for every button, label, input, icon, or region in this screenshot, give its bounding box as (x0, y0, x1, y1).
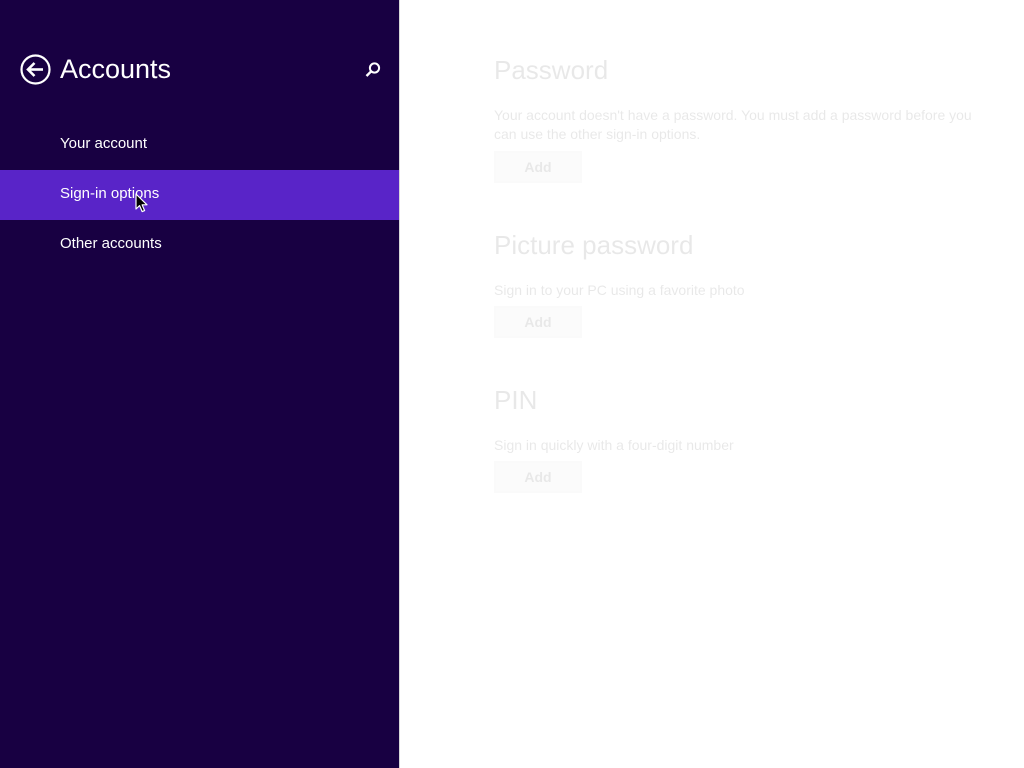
nav-item-other-accounts[interactable]: Other accounts (0, 220, 399, 270)
picture-password-section: Picture password Sign in to your PC usin… (494, 229, 994, 338)
navigation-pane: Accounts Your account Sign-in options Ot… (0, 0, 400, 768)
picture-password-description: Sign in to your PC using a favorite phot… (494, 282, 745, 298)
password-description: Your account doesn't have a password. Yo… (494, 107, 972, 142)
page-title: Accounts (60, 54, 172, 84)
nav-item-label: Sign-in options (60, 185, 160, 202)
nav-item-your-account[interactable]: Your account (0, 120, 399, 170)
add-pin-button[interactable]: Add (494, 461, 582, 493)
password-title: Password (494, 55, 609, 85)
search-icon (365, 62, 381, 77)
pin-description: Sign in quickly with a four-digit number (494, 437, 734, 453)
pin-title: PIN (494, 385, 538, 415)
search-button[interactable] (364, 61, 382, 79)
content-pane: Password Your account doesn't have a pas… (400, 0, 1024, 768)
pin-section: PIN Sign in quickly with a four-digit nu… (494, 384, 994, 493)
nav-list: Your account Sign-in options Other accou… (0, 120, 400, 270)
nav-item-label: Your account (60, 135, 148, 152)
nav-header: Accounts (20, 54, 390, 86)
back-arrow-circle-icon (20, 54, 51, 85)
nav-item-label: Other accounts (60, 235, 162, 252)
add-picture-password-button[interactable]: Add (494, 306, 582, 338)
password-section: Password Your account doesn't have a pas… (494, 54, 994, 183)
back-button[interactable] (20, 54, 51, 85)
picture-password-title: Picture password (494, 230, 694, 260)
add-password-button[interactable]: Add (494, 151, 582, 183)
nav-item-sign-in-options[interactable]: Sign-in options (0, 170, 399, 220)
pc-settings-window: Accounts Your account Sign-in options Ot… (0, 0, 1024, 768)
